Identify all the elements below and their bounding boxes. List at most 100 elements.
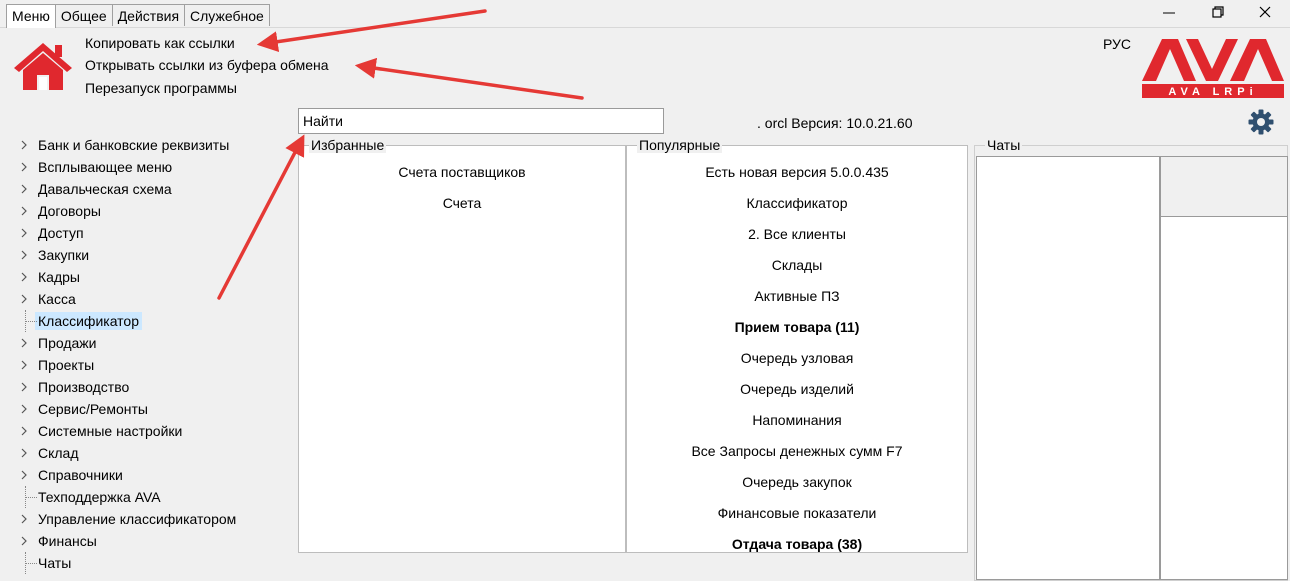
chats-panel: Чаты <box>974 137 1288 581</box>
chats-list[interactable] <box>976 156 1160 580</box>
logo-subtitle: AVA LRPi <box>1168 86 1257 98</box>
chevron-right-icon[interactable] <box>19 338 29 348</box>
chevron-right-icon[interactable] <box>19 470 29 480</box>
popular-item[interactable]: Финансовые показатели <box>627 505 967 521</box>
copy-as-links-command[interactable]: Копировать как ссылки <box>85 35 235 51</box>
tree-item-label: Проекты <box>38 357 95 373</box>
popular-item[interactable]: Очередь изделий <box>627 381 967 397</box>
tree-item-label: Техподдержка AVA <box>38 489 161 505</box>
favorite-item[interactable]: Счета поставщиков <box>299 164 625 180</box>
tree-item-label: Системные настройки <box>38 423 183 439</box>
tree-item[interactable]: Закупки <box>16 244 294 266</box>
language-indicator[interactable]: РУС <box>1103 36 1131 52</box>
chevron-right-icon[interactable] <box>19 206 29 216</box>
chevron-right-icon[interactable] <box>19 250 29 260</box>
navigation-tree: Банк и банковские реквизиты Всплывающее м… <box>16 134 294 574</box>
tree-item-label: Банк и банковские реквизиты <box>38 137 230 153</box>
popular-item[interactable]: Активные ПЗ <box>627 288 967 304</box>
tree-item-label: Кадры <box>38 269 80 285</box>
gear-icon[interactable] <box>1247 108 1275 136</box>
tree-item-label: Всплывающее меню <box>38 159 173 175</box>
favorites-title: Избранные <box>309 137 387 153</box>
popular-item[interactable]: Все Запросы денежных сумм F7 <box>627 443 967 459</box>
tree-item[interactable]: Кадры <box>16 266 294 288</box>
popular-item[interactable]: Есть новая версия 5.0.0.435 <box>627 164 967 180</box>
chat-header <box>1160 156 1288 217</box>
restore-icon[interactable] <box>1210 4 1226 20</box>
tab-service[interactable]: Служебное <box>184 4 270 26</box>
popular-item[interactable]: Очередь узловая <box>627 350 967 366</box>
tree-item[interactable]: Проекты <box>16 354 294 376</box>
tree-item[interactable]: Давальческая схема <box>16 178 294 200</box>
chevron-right-icon[interactable] <box>19 382 29 392</box>
tree-item-label: Справочники <box>38 467 123 483</box>
tree-item-label: Касса <box>38 291 76 307</box>
chevron-right-icon[interactable] <box>19 448 29 458</box>
tree-item-label: Классификатор <box>35 312 143 330</box>
version-info: . orcl Версия: 10.0.21.60 <box>757 115 913 131</box>
chevron-right-icon[interactable] <box>19 514 29 524</box>
popular-item[interactable]: Классификатор <box>627 195 967 211</box>
tree-item-label: Производство <box>38 379 130 395</box>
chevron-right-icon[interactable] <box>19 272 29 282</box>
chevron-right-icon[interactable] <box>19 536 29 546</box>
chats-title: Чаты <box>985 137 1023 153</box>
open-links-from-clipboard-command[interactable]: Открывать ссылки из буфера обмена <box>85 57 329 73</box>
tree-item-label: Давальческая схема <box>38 181 172 197</box>
tree-item-label: Склад <box>38 445 79 461</box>
tab-actions[interactable]: Действия <box>111 4 186 26</box>
tree-item[interactable]: Системные настройки <box>16 420 294 442</box>
chevron-right-icon[interactable] <box>19 360 29 370</box>
chevron-right-icon[interactable] <box>19 184 29 194</box>
chevron-right-icon[interactable] <box>19 294 29 304</box>
tree-item-label: Продажи <box>38 335 97 351</box>
tree-item-label: Сервис/Ремонты <box>38 401 148 417</box>
tree-item[interactable]: Техподдержка AVA <box>16 486 294 508</box>
search-input[interactable] <box>298 108 664 134</box>
popular-panel: Популярные Есть новая версия 5.0.0.435 Кл… <box>626 137 968 553</box>
popular-item[interactable]: 2. Все клиенты <box>627 226 967 242</box>
popular-item[interactable]: Прием товара (11) <box>627 319 967 335</box>
chevron-right-icon[interactable] <box>19 140 29 150</box>
tree-item[interactable]: Банк и банковские реквизиты <box>16 134 294 156</box>
tree-item[interactable]: Управление классификатором <box>16 508 294 530</box>
tree-item[interactable]: Всплывающее меню <box>16 156 294 178</box>
tree-item[interactable]: Касса <box>16 288 294 310</box>
tree-item[interactable]: Справочники <box>16 464 294 486</box>
close-icon[interactable] <box>1257 4 1273 20</box>
tree-item[interactable]: Финансы <box>16 530 294 552</box>
home-icon[interactable] <box>12 40 74 92</box>
tree-item[interactable]: Доступ <box>16 222 294 244</box>
tree-item[interactable]: Сервис/Ремонты <box>16 398 294 420</box>
tree-item[interactable]: Производство <box>16 376 294 398</box>
chevron-right-icon[interactable] <box>19 426 29 436</box>
popular-item[interactable]: Очередь закупок <box>627 474 967 490</box>
popular-item[interactable]: Склады <box>627 257 967 273</box>
popular-item[interactable]: Напоминания <box>627 412 967 428</box>
chevron-right-icon[interactable] <box>19 228 29 238</box>
tab-general[interactable]: Общее <box>54 4 113 26</box>
chevron-right-icon[interactable] <box>19 404 29 414</box>
tree-item-label: Закупки <box>38 247 90 263</box>
tree-item[interactable]: Склад <box>16 442 294 464</box>
tree-item[interactable]: Договоры <box>16 200 294 222</box>
popular-item[interactable]: Отдача товара (38) <box>627 536 967 552</box>
chevron-right-icon[interactable] <box>19 162 29 172</box>
tree-item-label: Чаты <box>38 555 72 571</box>
tree-item[interactable]: Продажи <box>16 332 294 354</box>
tab-menu[interactable]: Меню <box>6 4 56 28</box>
tree-item[interactable]: Чаты <box>16 552 294 574</box>
tree-connector <box>25 310 37 332</box>
chat-messages[interactable] <box>1160 216 1288 580</box>
tree-item[interactable]: Классификатор <box>16 310 294 332</box>
tree-connector <box>25 552 37 574</box>
favorites-panel: Избранные Счета поставщиков Счета <box>298 137 626 553</box>
ava-logo: AVA LRPi <box>1142 39 1284 98</box>
favorite-item[interactable]: Счета <box>299 195 625 211</box>
tree-item-label: Договоры <box>38 203 101 219</box>
tree-item-label: Управление классификатором <box>38 511 237 527</box>
popular-title: Популярные <box>637 137 723 153</box>
restart-program-command[interactable]: Перезапуск программы <box>85 80 237 96</box>
minimize-icon[interactable] <box>1161 4 1177 20</box>
ribbon-tabs: Меню Общее Действия Служебное <box>6 4 270 28</box>
